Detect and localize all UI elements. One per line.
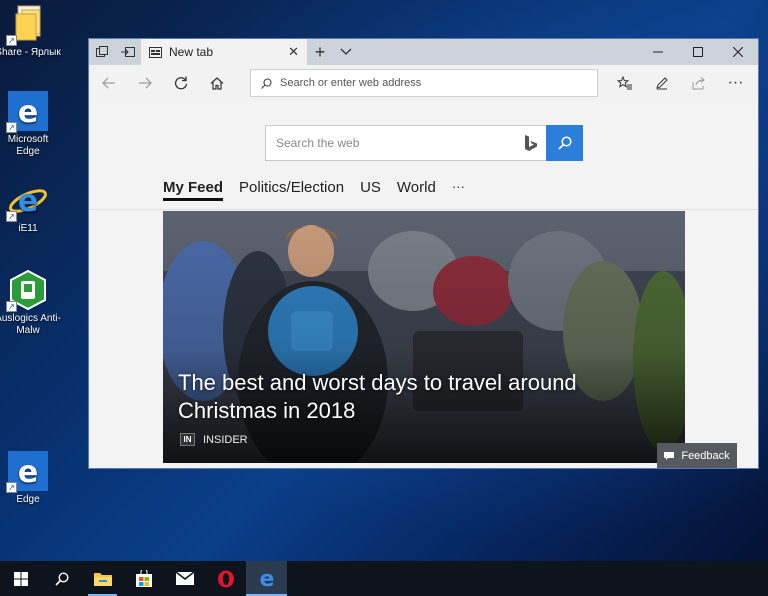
tab-my-feed[interactable]: My Feed — [163, 179, 224, 201]
desktop-icon-ie11[interactable]: e ↗ iE11 — [0, 180, 61, 235]
minimize-button[interactable] — [638, 39, 678, 65]
tab-title: New tab — [169, 45, 214, 59]
tab-preview-button[interactable] — [89, 39, 115, 65]
more-button[interactable]: ··· — [717, 65, 754, 101]
desktop-icon-edge[interactable]: e ↗ Edge — [0, 451, 61, 506]
feed-divider — [89, 209, 758, 210]
new-tab-page: My Feed Politics/Election US World ··· — [89, 101, 758, 468]
desktop-icon-label: Auslogics Anti-Malw — [0, 313, 61, 336]
home-icon — [210, 76, 224, 90]
search-icon — [557, 136, 572, 150]
svg-text:e: e — [259, 569, 274, 589]
hero-photo — [163, 211, 685, 463]
taskbar-file-explorer[interactable] — [82, 561, 123, 596]
tab-world[interactable]: World — [397, 179, 436, 201]
search-submit-button[interactable] — [546, 125, 583, 161]
edge-browser-window: New tab ✕ + Search or enter web address — [88, 38, 759, 469]
auslogics-icon: ↗ — [6, 269, 48, 312]
home-button[interactable] — [199, 65, 235, 101]
forward-button[interactable] — [127, 65, 163, 101]
set-aside-tabs-button[interactable] — [115, 39, 141, 65]
bing-logo-icon — [516, 126, 546, 160]
desktop-icon-label: iE11 — [18, 223, 38, 234]
taskbar-search-button[interactable] — [41, 561, 82, 596]
mail-icon — [175, 572, 194, 585]
feed-tabs: My Feed Politics/Election US World ··· — [163, 179, 465, 201]
folder-icon: ↗ — [6, 4, 48, 46]
new-tab-page-icon — [149, 46, 162, 58]
tabs-icon — [96, 46, 108, 57]
search-icon — [54, 571, 69, 586]
hero-source: IN INSIDER — [180, 433, 248, 446]
navigation-bar: Search or enter web address ··· — [89, 65, 758, 101]
desktop-icon-label: Share - Ярлык — [0, 47, 61, 58]
source-name: INSIDER — [203, 433, 248, 446]
back-arrow-icon — [102, 77, 115, 89]
new-tab-button[interactable]: + — [307, 39, 333, 65]
taskbar-mail[interactable] — [164, 561, 205, 596]
search-icon — [261, 77, 272, 89]
share-button[interactable] — [680, 65, 717, 101]
store-icon — [135, 570, 152, 587]
file-explorer-icon — [93, 573, 112, 586]
taskbar-opera[interactable] — [205, 561, 246, 596]
taskbar-store[interactable] — [123, 561, 164, 596]
chevron-down-icon[interactable] — [333, 39, 359, 65]
desktop-icon-label: Microsoft Edge — [7, 134, 49, 157]
feedback-label: Feedback — [681, 449, 730, 462]
forward-arrow-icon — [139, 77, 152, 89]
pen-icon — [655, 77, 668, 90]
maximize-button[interactable] — [678, 39, 718, 65]
feedback-icon — [664, 451, 675, 460]
tab-politics-election[interactable]: Politics/Election — [239, 179, 344, 201]
close-tab-icon[interactable]: ✕ — [288, 44, 299, 60]
address-placeholder: Search or enter web address — [280, 77, 422, 89]
edge-icon: e — [259, 569, 274, 589]
web-search-box[interactable] — [265, 125, 583, 161]
favorites-star-icon — [616, 76, 632, 90]
address-bar[interactable]: Search or enter web address — [250, 69, 598, 97]
start-button[interactable] — [0, 561, 41, 596]
tab-us[interactable]: US — [360, 179, 381, 201]
refresh-button[interactable] — [163, 65, 199, 101]
taskbar-edge[interactable]: e — [246, 561, 287, 596]
svg-text:e: e — [18, 95, 38, 130]
desktop-icon-microsoft-edge[interactable]: e ↗ Microsoft Edge — [0, 91, 61, 158]
set-aside-icon — [121, 47, 135, 57]
tab-more[interactable]: ··· — [452, 179, 465, 201]
more-dots-icon: ··· — [727, 74, 744, 91]
edge-icon: e ↗ — [6, 91, 48, 133]
ie-icon: e ↗ — [6, 180, 48, 222]
search-input[interactable] — [266, 126, 516, 160]
feedback-button[interactable]: Feedback — [657, 443, 737, 468]
refresh-icon — [174, 76, 188, 90]
opera-icon — [217, 570, 234, 587]
hero-headline[interactable]: The best and worst days to travel around… — [178, 369, 618, 425]
desktop-icon-share[interactable]: ↗ Share - Ярлык — [0, 4, 61, 59]
tab-new-tab[interactable]: New tab ✕ — [141, 39, 307, 65]
desktop-icon-auslogics[interactable]: ↗ Auslogics Anti-Malw — [0, 269, 61, 337]
svg-text:e: e — [18, 184, 38, 219]
insider-logo-icon: IN — [180, 433, 195, 446]
share-icon — [692, 76, 705, 89]
edge-icon: e ↗ — [6, 451, 48, 493]
svg-text:e: e — [18, 455, 38, 490]
hero-news-card[interactable]: The best and worst days to travel around… — [163, 211, 685, 463]
favorites-button[interactable] — [606, 65, 643, 101]
back-button[interactable] — [91, 65, 127, 101]
desktop-icon-label: Edge — [16, 494, 40, 505]
title-bar: New tab ✕ + — [89, 39, 758, 65]
start-icon — [13, 571, 28, 586]
web-note-button[interactable] — [643, 65, 680, 101]
close-window-button[interactable] — [718, 39, 758, 65]
taskbar: e — [0, 561, 768, 596]
